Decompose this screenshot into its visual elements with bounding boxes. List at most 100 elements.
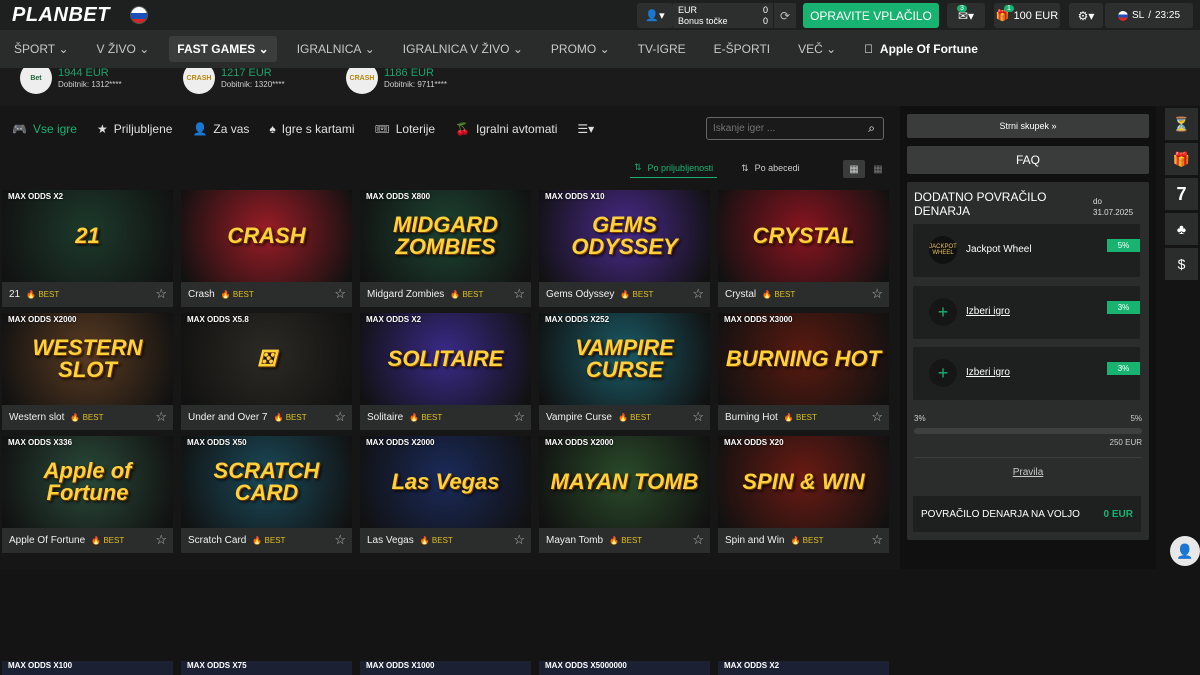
- menu-icon: ☰▾: [577, 122, 595, 136]
- tab-lotteries[interactable]: 🎟 Loterije: [374, 122, 435, 136]
- tab-all-games[interactable]: 🎮 Vse igre: [12, 122, 77, 136]
- game-card[interactable]: MIDGARD ZOMBIES MAX ODDS X800 Midgard Zomb…: [360, 190, 531, 307]
- max-odds-label: MAX ODDS X252: [545, 315, 610, 324]
- nav-fast-games[interactable]: FAST GAMES ⌄: [169, 36, 277, 62]
- game-thumbnail[interactable]: 21: [2, 190, 173, 282]
- search-icon[interactable]: ⌕: [868, 121, 875, 136]
- favorite-star-icon[interactable]: ☆: [692, 532, 704, 548]
- favorite-star-icon[interactable]: ☆: [155, 409, 167, 425]
- game-card[interactable]: 21 MAX ODDS X2 21 🔥 BEST ☆: [2, 190, 173, 307]
- tab-slots[interactable]: 🍒 Igralni avtomati: [455, 122, 557, 136]
- sort-popular-button[interactable]: ⇅ Po priljubljenosti: [630, 158, 718, 178]
- game-thumbnail[interactable]: SOLITAIRE: [360, 313, 531, 405]
- game-thumbnail[interactable]: SPIN & WIN: [718, 436, 889, 528]
- nav-live[interactable]: V ŽIVO ⌄: [89, 36, 158, 62]
- chat-support-button[interactable]: 👤: [1170, 536, 1200, 566]
- game-art-title: CRYSTAL: [752, 223, 855, 248]
- game-card-partial[interactable]: MAX ODDS X75: [181, 661, 352, 675]
- favorite-star-icon[interactable]: ☆: [871, 532, 883, 548]
- game-card-partial[interactable]: MAX ODDS X2: [718, 661, 889, 675]
- game-card-partial[interactable]: MAX ODDS X5000000: [539, 661, 710, 675]
- favorite-star-icon[interactable]: ☆: [155, 532, 167, 548]
- game-card-partial[interactable]: MAX ODDS X1000: [360, 661, 531, 675]
- game-card[interactable]: GEMS ODYSSEY MAX ODDS X10 Gems Odyssey 🔥 BE…: [539, 190, 710, 307]
- favorite-star-icon[interactable]: ☆: [513, 532, 525, 548]
- dollar-button[interactable]: $: [1165, 248, 1198, 280]
- club-button[interactable]: ♣: [1165, 213, 1198, 245]
- favorite-star-icon[interactable]: ☆: [334, 409, 346, 425]
- game-thumbnail[interactable]: BURNING HOT: [718, 313, 889, 405]
- nav-casino[interactable]: IGRALNICA ⌄: [289, 36, 383, 62]
- game-card[interactable]: BURNING HOT MAX ODDS X3000 Burning Hot 🔥 BE…: [718, 313, 889, 430]
- small-grid-view-button[interactable]: ▦: [867, 160, 889, 178]
- planbet-logo[interactable]: PLANBET: [12, 4, 110, 27]
- cashback-choose-game-1[interactable]: + Izberi igro 3%: [913, 286, 1140, 339]
- game-thumbnail[interactable]: Apple of Fortune: [2, 436, 173, 528]
- favorite-star-icon[interactable]: ☆: [692, 286, 704, 302]
- winner-item[interactable]: CRASH 1186 EUR Dobitnik: 9711****: [346, 68, 447, 94]
- cashback-choose-game-2[interactable]: + Izberi igro 3%: [913, 347, 1140, 400]
- nav-tv-games[interactable]: TV-IGRE: [630, 36, 694, 62]
- user-menu-button[interactable]: 👤▾: [637, 3, 673, 28]
- favorite-star-icon[interactable]: ☆: [334, 532, 346, 548]
- game-thumbnail[interactable]: Las Vegas: [360, 436, 531, 528]
- tab-card-games[interactable]: ♠ Igre s kartami: [269, 122, 354, 136]
- nav-apple-of-fortune[interactable]:  Apple Of Fortune: [856, 36, 986, 62]
- faq-button[interactable]: FAQ: [907, 146, 1149, 174]
- game-card[interactable]: SPIN & WIN MAX ODDS X20 Spin and Win 🔥 BEST…: [718, 436, 889, 553]
- seven-button[interactable]: 7: [1165, 178, 1198, 210]
- tab-for-you[interactable]: 👤 Za vas: [192, 122, 249, 136]
- game-card[interactable]: CRYSTAL Crystal 🔥 BEST ☆: [718, 190, 889, 307]
- game-card[interactable]: VAMPIRE CURSE MAX ODDS X252 Vampire Curse 🔥…: [539, 313, 710, 430]
- slovenia-flag-icon[interactable]: [130, 6, 148, 24]
- rules-link[interactable]: Pravila: [907, 467, 1149, 478]
- winner-item[interactable]: CRASH 1217 EUR Dobitnik: 1320****: [183, 68, 285, 94]
- cashback-game-jackpot-wheel[interactable]: JACKPOT WHEEL Jackpot Wheel 5%: [913, 224, 1140, 277]
- sort-alpha-button[interactable]: ⇅ Po abecedi: [737, 158, 804, 178]
- game-thumbnail[interactable]: SCRATCH CARD: [181, 436, 352, 528]
- large-grid-view-button[interactable]: ▦: [843, 160, 865, 178]
- favorite-star-icon[interactable]: ☆: [871, 286, 883, 302]
- favorite-star-icon[interactable]: ☆: [513, 286, 525, 302]
- game-card[interactable]: Las Vegas MAX ODDS X2000 Las Vegas 🔥 BEST ☆: [360, 436, 531, 553]
- messages-button[interactable]: ✉▾ 3: [947, 3, 985, 28]
- hourglass-button[interactable]: ⏳: [1165, 108, 1198, 140]
- game-thumbnail[interactable]: WESTERN SLOT: [2, 313, 173, 405]
- nav-more[interactable]: VEČ ⌄: [790, 36, 844, 62]
- settings-button[interactable]: ⚙▾: [1069, 3, 1103, 28]
- favorite-star-icon[interactable]: ☆: [871, 409, 883, 425]
- collapse-button[interactable]: Strni skupek »: [907, 114, 1149, 138]
- game-thumbnail[interactable]: CRYSTAL: [718, 190, 889, 282]
- game-card[interactable]: Apple of Fortune MAX ODDS X336 Apple Of Fo…: [2, 436, 173, 553]
- search-input[interactable]: [713, 123, 853, 134]
- nav-promo[interactable]: PROMO ⌄: [543, 36, 618, 62]
- game-thumbnail[interactable]: MIDGARD ZOMBIES: [360, 190, 531, 282]
- favorite-star-icon[interactable]: ☆: [692, 409, 704, 425]
- game-card[interactable]: MAYAN TOMB MAX ODDS X2000 Mayan Tomb 🔥 BEST…: [539, 436, 710, 553]
- game-thumbnail[interactable]: CRASH: [181, 190, 352, 282]
- tab-favorites[interactable]: ★ Priljubljene: [97, 122, 172, 136]
- favorite-star-icon[interactable]: ☆: [513, 409, 525, 425]
- language-time-button[interactable]: SL / 23:25: [1105, 3, 1193, 28]
- nav-sport[interactable]: ŠPORT ⌄: [6, 36, 77, 62]
- bonus-button[interactable]: 🎁 100 EUR 1: [994, 3, 1060, 28]
- nav-live-casino[interactable]: IGRALNICA V ŽIVO ⌄: [395, 36, 531, 62]
- refresh-balance-button[interactable]: ⟳: [774, 3, 796, 28]
- deposit-button[interactable]: OPRAVITE VPLAČILO: [803, 3, 939, 28]
- tab-more-menu[interactable]: ☰▾: [577, 122, 594, 136]
- game-thumbnail[interactable]: MAYAN TOMB: [539, 436, 710, 528]
- gift-button[interactable]: 🎁: [1165, 143, 1198, 175]
- favorite-star-icon[interactable]: ☆: [155, 286, 167, 302]
- favorite-star-icon[interactable]: ☆: [334, 286, 346, 302]
- winner-item[interactable]: Bet 1944 EUR Dobitnik: 1312****: [20, 68, 122, 94]
- game-thumbnail[interactable]: GEMS ODYSSEY: [539, 190, 710, 282]
- game-thumbnail[interactable]: ⚄: [181, 313, 352, 405]
- game-card-partial[interactable]: MAX ODDS X100: [2, 661, 173, 675]
- game-thumbnail[interactable]: VAMPIRE CURSE: [539, 313, 710, 405]
- game-card[interactable]: ⚄ MAX ODDS X5.8 Under and Over 7 🔥 BEST ☆: [181, 313, 352, 430]
- game-card[interactable]: CRASH Crash 🔥 BEST ☆: [181, 190, 352, 307]
- game-card[interactable]: SCRATCH CARD MAX ODDS X50 Scratch Card 🔥 BE…: [181, 436, 352, 553]
- nav-esports[interactable]: E-ŠPORTI: [706, 36, 778, 62]
- game-card[interactable]: WESTERN SLOT MAX ODDS X2000 Western slot 🔥 …: [2, 313, 173, 430]
- game-card[interactable]: SOLITAIRE MAX ODDS X2 Solitaire 🔥 BEST ☆: [360, 313, 531, 430]
